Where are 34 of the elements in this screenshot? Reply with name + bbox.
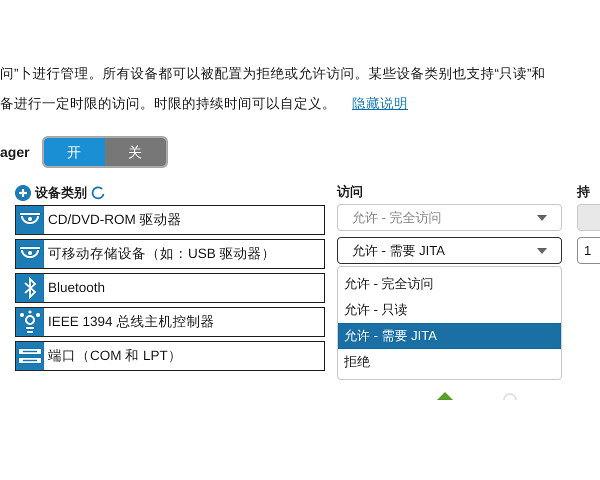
column-header: 访问 [337,183,364,201]
dropdown-option[interactable]: 允许 - 只读 [338,297,561,323]
refresh-icon[interactable] [91,186,105,200]
toggle-option[interactable]: 开 [44,138,105,166]
bluetooth-icon [16,274,44,302]
duration-field[interactable]: 1 [577,237,600,264]
category-row[interactable]: 可移动存储设备（如：USB 驱动器） [15,239,325,269]
dropdown-option[interactable]: 允许 - 完全访问 [338,271,561,297]
category-name: IEEE 1394 总线主机控制器 [47,312,214,331]
dropdown-option[interactable]: 拒绝 [338,349,561,375]
category-row[interactable]: Bluetooth [15,273,325,303]
toggle-option[interactable]: 关 [104,138,166,166]
description-text: 备进行一定时限的访问。时限的持续时间可以自定义。 [0,95,336,113]
dropdown-caret-icon [537,248,547,254]
column-header: 持 [577,183,591,201]
toggle-label: ager [0,142,30,162]
description-text: 问”卜进行管理。所有设备都可以被配置为拒绝或允许访问。某些设备类别也支持“只读”和 [0,65,546,83]
on-off-toggle[interactable]: 开 关 [42,136,168,168]
add-icon[interactable] [15,185,31,201]
access-select[interactable]: 允许 - 需要 JITA [337,237,562,264]
category-name: 可移动存储设备（如：USB 驱动器） [47,244,276,263]
dropdown-caret-icon [537,214,547,220]
hide-description-link[interactable]: 隐藏说明 [352,94,408,114]
dropdown-option[interactable]: 允许 - 需要 JITA [338,323,561,349]
firewire-icon [16,308,44,336]
port-icon [16,342,44,370]
category-row[interactable]: 端口（COM 和 LPT） [15,341,325,371]
category-name: 端口（COM 和 LPT） [47,346,182,365]
category-name: Bluetooth [47,278,106,297]
category-row[interactable]: IEEE 1394 总线主机控制器 [15,307,325,337]
triangle-icon [437,392,453,400]
category-row[interactable]: CD/DVD-ROM 驱动器 [15,205,325,235]
category-name: CD/DVD-ROM 驱动器 [47,210,182,229]
column-header: 设备类别 [35,184,87,202]
